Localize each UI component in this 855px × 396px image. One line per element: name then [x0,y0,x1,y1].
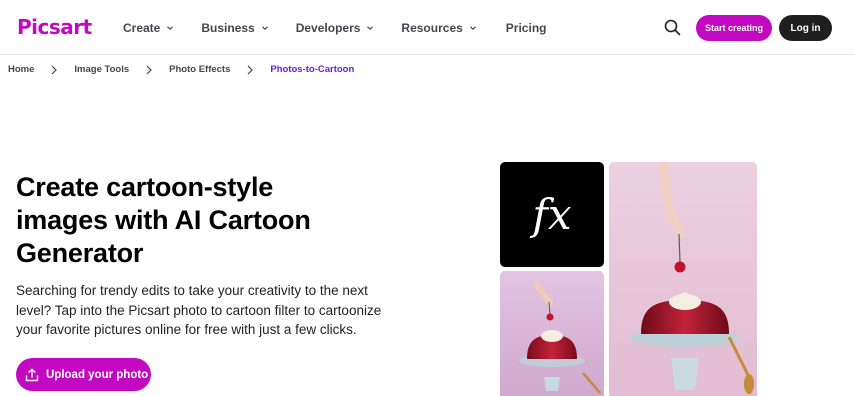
upload-photo-button[interactable]: Upload your photo [16,358,151,391]
upload-icon [25,368,39,381]
picsart-logo[interactable]: Picsart [17,15,92,39]
breadcrumb-home[interactable]: Home [8,64,34,75]
start-creating-button[interactable]: Start creating [696,15,772,41]
jelly-dessert-image-large [609,162,757,396]
chevron-down-icon [167,25,174,30]
nav-item-business[interactable]: Business [201,20,268,35]
page-title: Create cartoon-style images with AI Cart… [16,172,311,268]
breadcrumb-photo-effects[interactable]: Photo Effects [169,64,230,75]
chevron-down-icon [367,25,374,30]
top-header: Picsart Create Business Developers Resou… [0,0,855,55]
fx-label: fx [532,190,572,239]
nav-item-label: Pricing [505,20,547,35]
breadcrumb: Home Image Tools Photo Effects Photos-to… [8,64,354,75]
upload-button-label: Upload your photo [46,368,149,381]
nav-item-pricing[interactable]: Pricing [506,21,547,35]
chevron-down-icon [261,25,268,30]
breadcrumb-current: Photos-to-Cartoon [270,64,355,75]
chevron-right-icon [146,65,152,74]
chevron-right-icon [51,65,58,74]
dessert-illustration [609,162,757,396]
chevron-down-icon [469,25,476,30]
nav-item-label: Resources [401,20,463,35]
jelly-dessert-image-small [500,271,604,396]
nav-item-developers[interactable]: Developers [296,21,374,35]
nav-item-resources[interactable]: Resources [401,20,476,35]
hero-description: Searching for trendy edits to take your … [16,283,382,337]
dessert-illustration [500,271,604,396]
fx-tile: fx [500,162,604,267]
chevron-right-icon [247,65,254,74]
nav-item-label: Create [123,20,161,35]
breadcrumb-image-tools[interactable]: Image Tools [74,64,129,75]
nav-item-label: Business [201,20,255,35]
main-nav: Create Business Developers Resources Pri… [123,0,574,55]
nav-item-label: Developers [295,20,361,35]
login-button[interactable]: Log in [779,15,832,41]
nav-item-create[interactable]: Create [123,20,174,35]
search-icon[interactable] [664,19,681,36]
